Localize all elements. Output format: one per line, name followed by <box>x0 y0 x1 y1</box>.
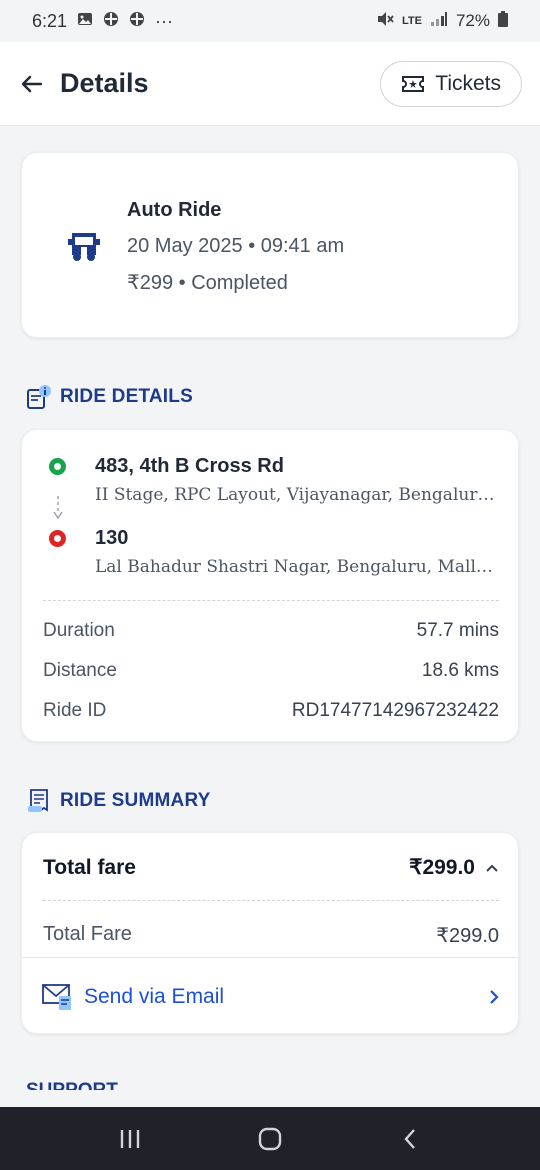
back-chevron-icon <box>404 1128 415 1149</box>
battery-level: 72% <box>455 11 490 30</box>
gallery-icon <box>77 11 93 32</box>
chevron-right-icon <box>490 989 499 1004</box>
fare-line-row: Total Fare ₹299.0 <box>43 923 499 948</box>
duration-value: 57.7 mins <box>416 620 499 641</box>
auto-rickshaw-icon <box>68 229 100 263</box>
drop-address: 130 <box>95 527 129 549</box>
pickup-subtitle: II Stage, RPC Layout, Vijayanagar, Benga… <box>95 485 500 505</box>
ride-id-value: RD17477142967232422 <box>291 700 499 721</box>
divider <box>43 600 499 601</box>
chevron-up-icon <box>486 864 498 872</box>
receipt-icon <box>28 789 48 812</box>
ride-overview-card: Auto Ride 20 May 2025 • 09:41 am ₹299 • … <box>21 152 519 338</box>
duration-label: Duration <box>43 620 115 641</box>
ride-type: Auto Ride <box>127 199 222 221</box>
info-row-distance: Distance 18.6 kms <box>43 660 499 682</box>
battery-icon <box>498 10 508 32</box>
total-fare-toggle[interactable]: Total fare ₹299.0 <box>43 855 499 880</box>
signal-icon <box>430 11 448 32</box>
ride-summary-title: RIDE SUMMARY <box>60 790 211 811</box>
ride-details-icon <box>27 385 51 409</box>
support-heading: SUPPORT <box>26 1080 326 1090</box>
home-icon <box>258 1127 282 1150</box>
pickup-marker-icon <box>49 458 66 475</box>
ride-fare-status: ₹299 • Completed <box>127 272 288 294</box>
system-nav-bar <box>0 1107 540 1170</box>
total-fare-label: Total fare <box>43 855 136 879</box>
system-back-button[interactable] <box>390 1119 430 1159</box>
recent-apps-button[interactable] <box>110 1119 150 1159</box>
distance-label: Distance <box>43 660 117 681</box>
app-header: Details Tickets <box>0 42 540 126</box>
distance-value: 18.6 kms <box>421 660 499 681</box>
send-email-label: Send via Email <box>84 984 225 1008</box>
page-title: Details <box>60 68 149 98</box>
back-arrow-icon <box>21 75 43 92</box>
ride-summary-card: Total fare ₹299.0 Total Fare ₹299.0 Send… <box>21 832 520 1035</box>
divider <box>43 900 499 901</box>
route-connector-icon <box>53 496 63 520</box>
network-type: LTE <box>402 15 422 27</box>
fare-line-label: Total Fare <box>43 923 132 945</box>
app-icon <box>103 11 119 32</box>
drop-marker-icon <box>49 530 66 547</box>
ride-details-heading: RIDE DETAILS <box>26 384 193 410</box>
ride-id-label: Ride ID <box>43 700 107 721</box>
email-icon <box>42 983 71 1010</box>
ticket-icon <box>402 75 425 92</box>
ride-datetime: 20 May 2025 • 09:41 am <box>127 235 345 257</box>
home-button[interactable] <box>250 1119 290 1159</box>
send-email-button[interactable]: Send via Email <box>22 957 520 1035</box>
ride-details-title: RIDE DETAILS <box>60 386 193 407</box>
app-icon <box>129 11 145 32</box>
tickets-label: Tickets <box>435 71 501 95</box>
mute-icon <box>376 11 394 32</box>
status-time: 6:21 <box>32 10 68 31</box>
support-title: SUPPORT <box>26 1080 118 1090</box>
info-row-duration: Duration 57.7 mins <box>43 620 499 642</box>
drop-subtitle: Lal Bahadur Shastri Nagar, Bengaluru, Ma… <box>95 557 500 577</box>
total-fare-value: ₹299.0 <box>409 856 475 879</box>
back-button[interactable] <box>18 70 46 98</box>
pickup-address: 483, 4th B Cross Rd <box>95 455 284 477</box>
ride-details-card: 483, 4th B Cross Rd II Stage, RPC Layout… <box>21 429 519 742</box>
status-bar: 6:21 ··· LTE 72% <box>0 0 540 42</box>
ride-summary-heading: RIDE SUMMARY <box>26 788 211 814</box>
more-notifications-icon: ··· <box>155 10 174 31</box>
tickets-button[interactable]: Tickets <box>380 60 522 107</box>
recent-apps-icon <box>120 1129 140 1148</box>
info-row-ride-id: Ride ID RD17477142967232422 <box>43 700 499 722</box>
fare-line-value: ₹299.0 <box>436 925 499 947</box>
